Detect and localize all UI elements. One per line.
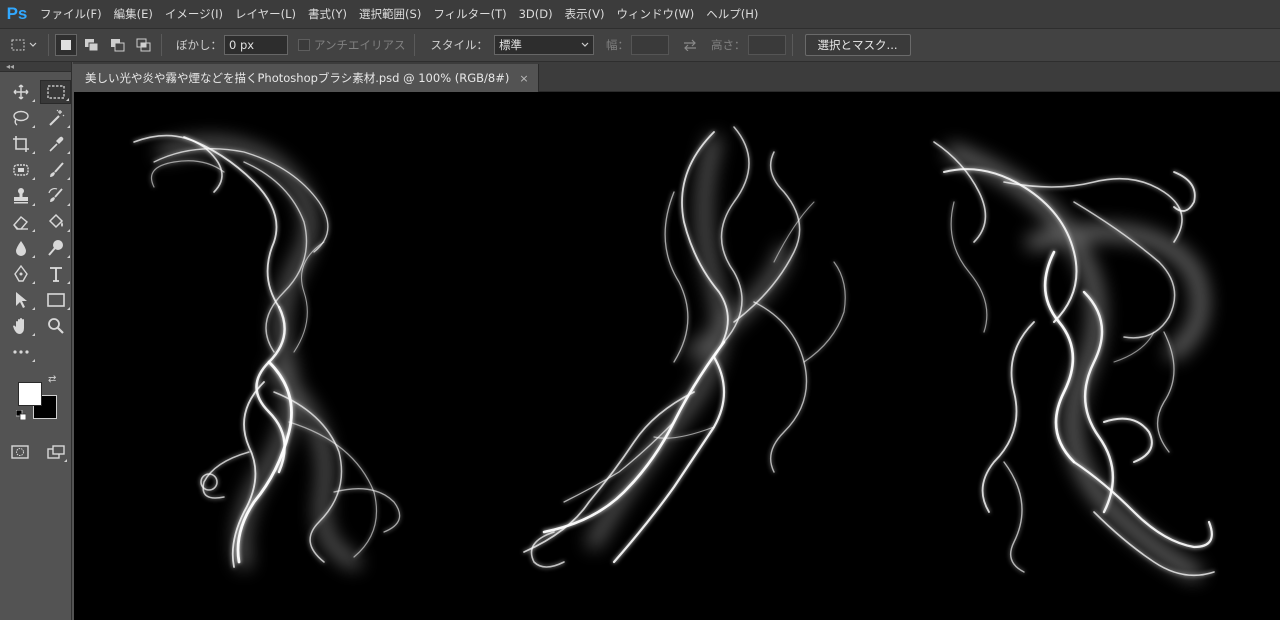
- intersect-selection-icon[interactable]: [133, 34, 155, 56]
- close-icon[interactable]: ×: [519, 72, 528, 85]
- menu-view[interactable]: 表示(V): [559, 0, 611, 28]
- options-bar: ぼかし： 0 px アンチエイリアス スタイル： 標準 幅： 高さ： 選択とマス…: [0, 28, 1280, 62]
- menu-type[interactable]: 書式(Y): [302, 0, 353, 28]
- menu-filter[interactable]: フィルター(T): [427, 0, 512, 28]
- smoke-artwork: [133, 126, 1215, 580]
- separator: [413, 34, 415, 56]
- default-colors-icon[interactable]: [16, 410, 26, 420]
- zoom-icon[interactable]: [40, 314, 71, 338]
- swap-dimensions-icon[interactable]: [679, 34, 701, 56]
- type-icon[interactable]: [40, 262, 71, 286]
- menu-select[interactable]: 選択範囲(S): [353, 0, 427, 28]
- crop-icon[interactable]: [5, 132, 36, 156]
- select-and-mask-button[interactable]: 選択とマスク...: [804, 34, 911, 56]
- move-icon[interactable]: [5, 80, 36, 104]
- menu-image[interactable]: イメージ(I): [159, 0, 229, 28]
- lasso-icon[interactable]: [5, 106, 36, 130]
- dodge-icon[interactable]: [40, 236, 71, 260]
- feather-label: ぼかし：: [176, 38, 222, 52]
- quick-mask-icon[interactable]: [10, 440, 30, 464]
- style-label: スタイル：: [430, 38, 489, 52]
- menu-help[interactable]: ヘルプ(H): [700, 0, 764, 28]
- menu-file[interactable]: ファイル(F): [34, 0, 108, 28]
- paint-bucket-icon[interactable]: [40, 210, 71, 234]
- new-selection-icon[interactable]: [55, 34, 77, 56]
- antialias-checkbox[interactable]: [298, 39, 310, 51]
- separator: [48, 34, 49, 56]
- document-tab-bar: 美しい光や炎や霧や煙などを描くPhotoshopブラシ素材.psd @ 100%…: [73, 62, 1280, 92]
- blur-icon[interactable]: [5, 236, 36, 260]
- toolbox: ◂◂ ⇄: [0, 62, 72, 620]
- separator: [791, 34, 793, 56]
- smoke-plume-right: [933, 141, 1215, 580]
- menu-bar: Ps ファイル(F) 編集(E) イメージ(I) レイヤー(L) 書式(Y) 選…: [0, 0, 1280, 28]
- separator: [161, 34, 162, 56]
- width-input[interactable]: [631, 35, 670, 55]
- color-swatches: ⇄: [10, 374, 72, 428]
- menu-edit[interactable]: 編集(E): [108, 0, 159, 28]
- menu-layer[interactable]: レイヤー(L): [229, 0, 302, 28]
- height-label: 高さ：: [711, 38, 746, 52]
- foreground-color-swatch[interactable]: [18, 382, 42, 406]
- menu-window[interactable]: ウィンドウ(W): [610, 0, 700, 28]
- subtract-selection-icon[interactable]: [107, 34, 129, 56]
- app-logo[interactable]: Ps: [0, 0, 34, 28]
- eyedropper-icon[interactable]: [40, 132, 71, 156]
- smoke-plume-left: [133, 134, 401, 569]
- pen-icon[interactable]: [5, 262, 36, 286]
- hand-icon[interactable]: [5, 314, 36, 338]
- style-select[interactable]: 標準: [494, 35, 595, 55]
- chevron-down-icon: [581, 42, 589, 47]
- marquee-icon[interactable]: [40, 80, 71, 104]
- marquee-preset-icon[interactable]: [8, 34, 42, 56]
- height-input[interactable]: [747, 35, 786, 55]
- magic-wand-icon[interactable]: [40, 106, 71, 130]
- add-selection-icon[interactable]: [81, 34, 103, 56]
- path-select-icon[interactable]: [5, 288, 36, 312]
- stamp-icon[interactable]: [5, 184, 36, 208]
- document-canvas[interactable]: [74, 92, 1280, 620]
- rectangle-icon[interactable]: [40, 288, 71, 312]
- history-brush-icon[interactable]: [40, 184, 71, 208]
- swap-colors-icon[interactable]: ⇄: [48, 374, 56, 385]
- style-select-value: 標準: [499, 38, 523, 52]
- screen-mode-icon[interactable]: [44, 440, 68, 464]
- width-label: 幅：: [606, 38, 630, 52]
- healing-brush-icon[interactable]: [5, 158, 36, 182]
- feather-input[interactable]: 0 px: [224, 35, 288, 55]
- menu-3d[interactable]: 3D(D): [513, 0, 559, 28]
- document-title: 美しい光や炎や霧や煙などを描くPhotoshopブラシ素材.psd @ 100%…: [85, 71, 510, 85]
- antialias-label: アンチエイリアス: [314, 38, 406, 52]
- collapse-toolbox-icon[interactable]: ◂◂: [0, 62, 71, 72]
- document-tab[interactable]: 美しい光や炎や霧や煙などを描くPhotoshopブラシ素材.psd @ 100%…: [73, 64, 539, 92]
- smoke-plume-center: [523, 126, 846, 568]
- eraser-icon[interactable]: [5, 210, 36, 234]
- brush-icon[interactable]: [40, 158, 71, 182]
- more-tools-icon[interactable]: [5, 340, 36, 364]
